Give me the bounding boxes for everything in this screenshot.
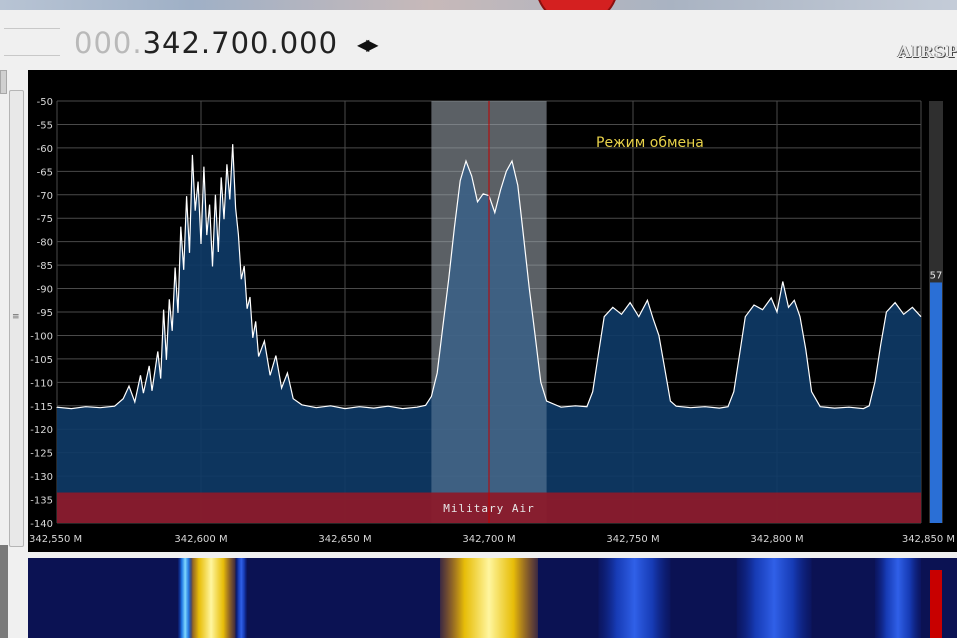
signal-meter-fill [930,282,942,523]
waterfall-band-2 [235,558,248,638]
y-tick-label-11: -105 [30,355,53,366]
y-tick-label-10: -100 [30,331,53,342]
y-tick-label-5: -75 [37,214,53,225]
waterfall-level-marker [930,570,942,638]
frequency-prefix: 000. [74,26,143,60]
y-tick-label-12: -110 [30,378,53,389]
waterfall-band-5 [736,558,812,638]
x-tick-label-0: 342,550 M [29,534,82,545]
y-tick-label-0: -50 [37,97,53,108]
x-tick-label-6: 342,850 M [902,534,955,545]
y-tick-label-13: -115 [30,402,53,413]
waterfall-band-4 [598,558,671,638]
frequency-display[interactable]: 000.342.700.000 [74,26,338,60]
vertical-scrollbar[interactable]: ≡ [9,90,24,547]
y-tick-label-6: -80 [37,238,53,249]
waterfall-chart [28,558,957,638]
frequency-main: 342.700.000 [142,26,339,60]
y-tick-label-15: -125 [30,449,53,460]
airspy-logo: AIRSP [898,42,957,61]
header-bar: 000.342.700.000 ◀▶ AIRSP [0,10,957,70]
y-tick-label-17: -135 [30,496,53,507]
y-tick-label-2: -60 [37,144,53,155]
x-tick-label-2: 342,650 M [318,534,371,545]
y-tick-label-14: -120 [30,425,53,436]
toolbar-grip[interactable] [4,28,60,56]
x-tick-label-3: 342,700 M [462,534,515,545]
fft-spectrum-display[interactable]: Military Air -50 -55 -60 -65 -70 -75 -80 -85 -90-… [28,70,957,552]
signal-meter-label: 57 [930,270,943,281]
title-bar [0,0,957,26]
x-tick-label-5: 342,800 M [750,534,803,545]
waterfall-band-3 [440,558,538,638]
x-tick-label-1: 342,600 M [174,534,227,545]
y-tick-label-9: -95 [37,308,53,319]
left-panel-edge [0,545,8,638]
left-right-arrows-icon[interactable]: ◀▶ [357,35,379,54]
y-tick-label-18: -140 [30,519,53,530]
waterfall-band-0 [186,558,236,638]
panel-collapse-tab[interactable] [0,70,7,94]
waterfall-display[interactable] [28,558,957,638]
y-tick-label-8: -90 [37,285,53,296]
y-tick-label-7: -85 [37,261,53,272]
scrollbar-grip-icon[interactable]: ≡ [12,313,20,322]
spectrum-chart[interactable]: Military Air-50-55-60-65-70-75-80-85-90-… [28,70,957,552]
x-tick-label-4: 342,750 M [606,534,659,545]
y-tick-label-4: -70 [37,191,53,202]
y-tick-label-16: -130 [30,472,53,483]
annotation-label: Режим обмена [596,135,704,151]
y-tick-label-3: -65 [37,167,53,178]
y-tick-label-1: -55 [37,120,53,131]
waterfall-band-1 [177,558,193,638]
waterfall-band-6 [874,558,921,638]
